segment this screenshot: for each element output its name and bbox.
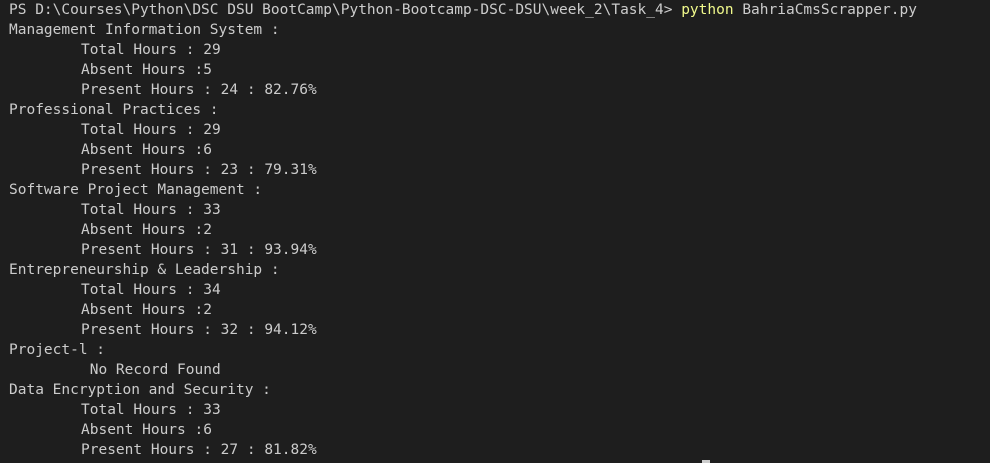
absent-hours: Absent Hours :6 (81, 422, 212, 438)
absent-hours: Absent Hours :2 (81, 302, 212, 318)
course-name: Entrepreneurship & Leadership : (9, 262, 280, 278)
course-name: Software Project Management : (9, 182, 263, 198)
total-hours: Total Hours : 29 (81, 42, 221, 58)
present-hours: Present Hours : 31 : 93.94% (81, 242, 317, 258)
course-name: Project-l : (9, 342, 106, 358)
prompt-path: PS D:\Courses\Python\DSC DSU BootCamp\Py… (9, 2, 682, 18)
total-hours: Total Hours : 34 (81, 282, 221, 298)
course-name: Professional Practices : (9, 102, 219, 118)
absent-hours: Absent Hours :6 (81, 142, 212, 158)
course-name: Data Encryption and Security : (9, 382, 271, 398)
total-hours: Total Hours : 29 (81, 122, 221, 138)
present-hours: Present Hours : 27 : 81.82% (81, 442, 317, 458)
command-name: python (681, 2, 734, 18)
prompt-line: PS D:\Courses\Python\DSC DSU BootCamp\Py… (9, 0, 990, 20)
present-hours: Present Hours : 32 : 94.12% (81, 322, 317, 338)
course-name: Management Information System : (9, 22, 280, 38)
absent-hours: Absent Hours :2 (81, 222, 212, 238)
present-hours: Present Hours : 24 : 82.76% (81, 82, 317, 98)
command-args: BahriaCmsScrapper.py (733, 2, 917, 18)
no-record-message: No Record Found (81, 362, 221, 378)
total-hours: Total Hours : 33 (81, 402, 221, 418)
total-hours: Total Hours : 33 (81, 202, 221, 218)
present-hours: Present Hours : 23 : 79.31% (81, 162, 317, 178)
absent-hours: Absent Hours :5 (81, 62, 212, 78)
terminal-output[interactable]: PS D:\Courses\Python\DSC DSU BootCamp\Py… (0, 0, 990, 463)
